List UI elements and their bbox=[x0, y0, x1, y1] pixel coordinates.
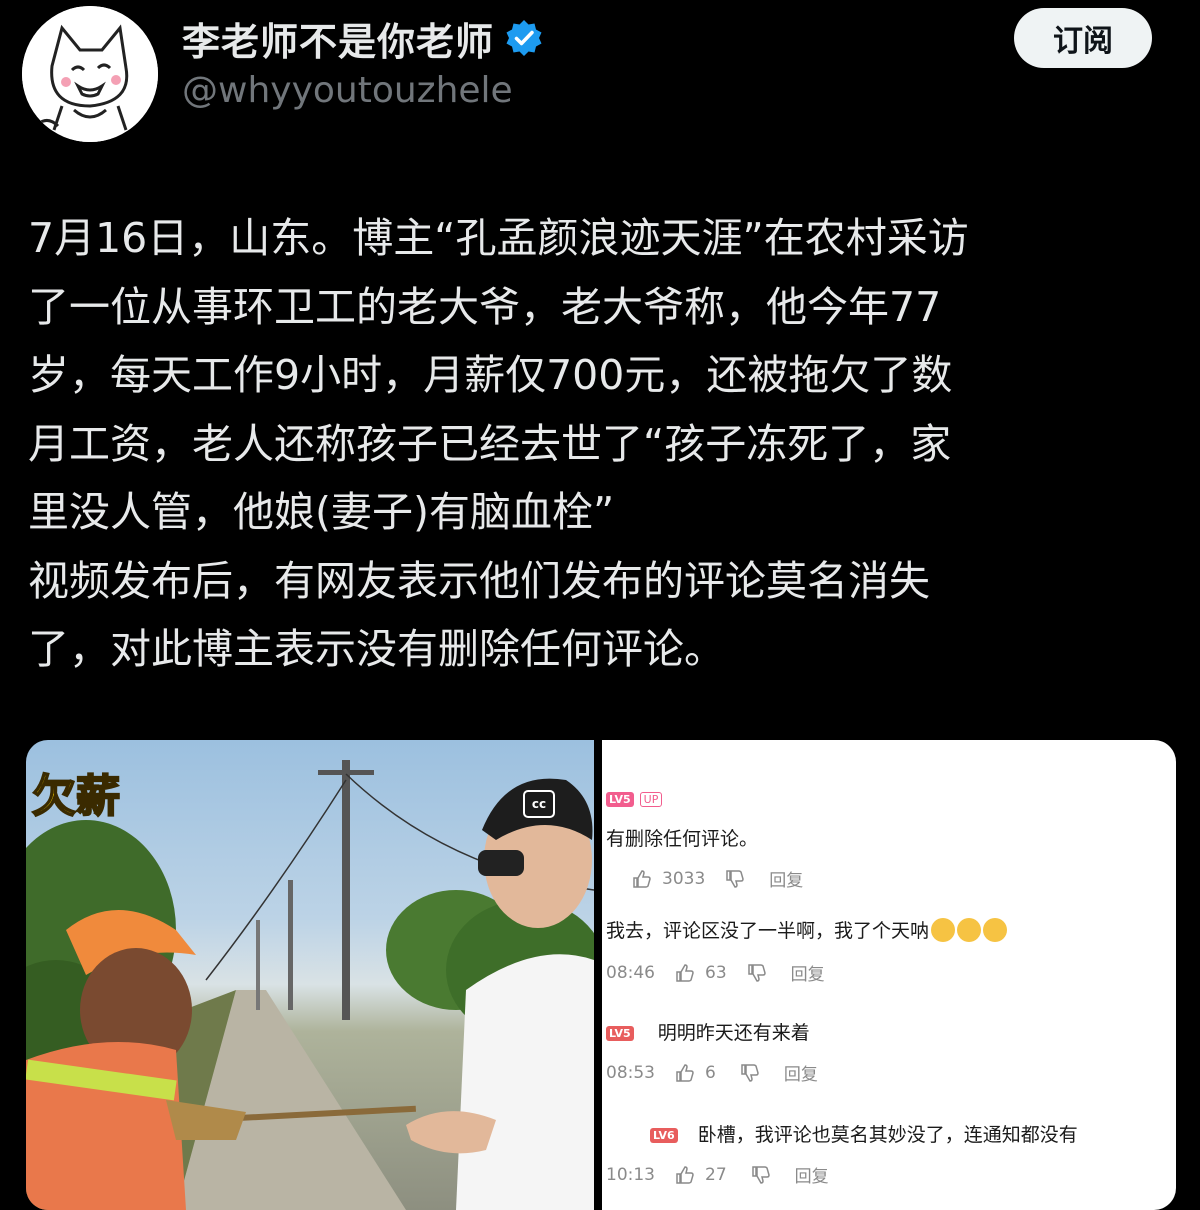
comment-text: 有删除任何评论。 bbox=[606, 828, 759, 850]
like-count: 63 bbox=[705, 962, 727, 983]
like-count: 27 bbox=[705, 1164, 727, 1185]
reply-link[interactable]: 回复 bbox=[769, 866, 803, 891]
reply-link[interactable]: 回复 bbox=[791, 960, 825, 985]
thumbs-up-icon[interactable] bbox=[675, 1165, 695, 1185]
comment-meta: 08:46 63 回复 bbox=[606, 960, 825, 986]
post-line: 视频发布后，有网友表示他们发布的评论莫名消失 bbox=[28, 556, 930, 605]
level-badge: LV5 bbox=[606, 792, 634, 807]
subscribe-button[interactable]: 订阅 bbox=[1014, 8, 1152, 68]
comment-header: LV6 卧槽，我评论也莫名其妙没了，连通知都没有 bbox=[650, 1120, 1078, 1147]
comment-meta: 08:53 6 回复 bbox=[606, 1060, 818, 1086]
avatar[interactable] bbox=[22, 6, 158, 142]
author-row: 李老师不是你老师 bbox=[182, 10, 544, 66]
thumbs-down-icon[interactable] bbox=[725, 869, 745, 889]
laugh-cry-emoji-icon bbox=[931, 917, 956, 942]
thumbs-down-icon[interactable] bbox=[740, 1063, 760, 1083]
thumbs-down-icon[interactable] bbox=[751, 1165, 771, 1185]
reply-link[interactable]: 回复 bbox=[795, 1162, 829, 1187]
comment-time: 08:46 bbox=[606, 962, 655, 983]
post-line: 了一位从事环卫工的老大爷，老大爷称，他今年77 bbox=[28, 282, 942, 331]
media-grid: 欠薪 cc LV5 UP 有删除任何评论。 3033 回复 我去，评论区没了一半啊… bbox=[26, 740, 1176, 1210]
thumbs-down-icon[interactable] bbox=[747, 963, 767, 983]
reply-link[interactable]: 回复 bbox=[784, 1060, 818, 1085]
post-line: 岁，每天工作9小时，月薪仅700元，还被拖欠了数 bbox=[28, 351, 953, 399]
level-badge: LV5 bbox=[606, 1026, 634, 1041]
cc-badge[interactable]: cc bbox=[523, 790, 555, 818]
comment-screenshot[interactable]: LV5 UP 有删除任何评论。 3033 回复 我去，评论区没了一半啊，我了个天呐… bbox=[602, 740, 1176, 1210]
thumbs-up-icon[interactable] bbox=[675, 1063, 695, 1083]
verified-badge-icon bbox=[506, 20, 542, 56]
video-frame-image[interactable]: 欠薪 cc bbox=[26, 740, 594, 1210]
laugh-cry-emoji-icon bbox=[957, 917, 982, 942]
display-name[interactable]: 李老师不是你老师 bbox=[182, 11, 494, 66]
overlay-caption: 欠薪 bbox=[31, 770, 121, 823]
post-line: 了，对此博主表示没有删除任何评论。 bbox=[28, 625, 725, 673]
post-text: 7月16日，山东。博主“孔孟颜浪迹天涯”在农村采访 了一位从事环卫工的老大爷，老… bbox=[28, 204, 1178, 684]
post-line: 里没人管，他娘(妻子)有脑血栓” bbox=[28, 488, 615, 536]
level-badge: LV6 bbox=[650, 1128, 678, 1143]
thumbs-up-icon[interactable] bbox=[632, 869, 652, 889]
like-count: 3033 bbox=[662, 868, 706, 889]
comment-meta: 3033 回复 bbox=[632, 866, 803, 891]
post-line: 月工资，老人还称孩子已经去世了“孩子冻死了，家 bbox=[28, 419, 952, 468]
comment-meta: 10:13 27 回复 bbox=[606, 1162, 829, 1188]
up-tag: UP bbox=[639, 792, 663, 807]
cat-avatar-icon bbox=[22, 6, 158, 142]
comment-header: LV5 明明昨天还有来着 bbox=[606, 1018, 810, 1045]
comment-header: LV5 UP bbox=[606, 788, 663, 810]
post-line: 7月16日，山东。博主“孔孟颜浪迹天涯”在农村采访 bbox=[28, 214, 969, 262]
comment-text: 卧槽，我评论也莫名其妙没了，连通知都没有 bbox=[697, 1124, 1078, 1146]
comment-text: 我去，评论区没了一半啊，我了个天呐 bbox=[606, 920, 930, 942]
like-count: 6 bbox=[705, 1062, 716, 1083]
laugh-cry-emoji-icon bbox=[983, 917, 1008, 942]
comment-text-row: 我去，评论区没了一半啊，我了个天呐 bbox=[606, 916, 1008, 943]
thumbs-up-icon[interactable] bbox=[675, 963, 695, 983]
handle[interactable]: @whyyoutouzhele bbox=[182, 70, 513, 111]
comment-text: 明明昨天还有来着 bbox=[657, 1022, 810, 1044]
comment-time: 08:53 bbox=[606, 1062, 655, 1083]
comment-time: 10:13 bbox=[606, 1164, 655, 1185]
